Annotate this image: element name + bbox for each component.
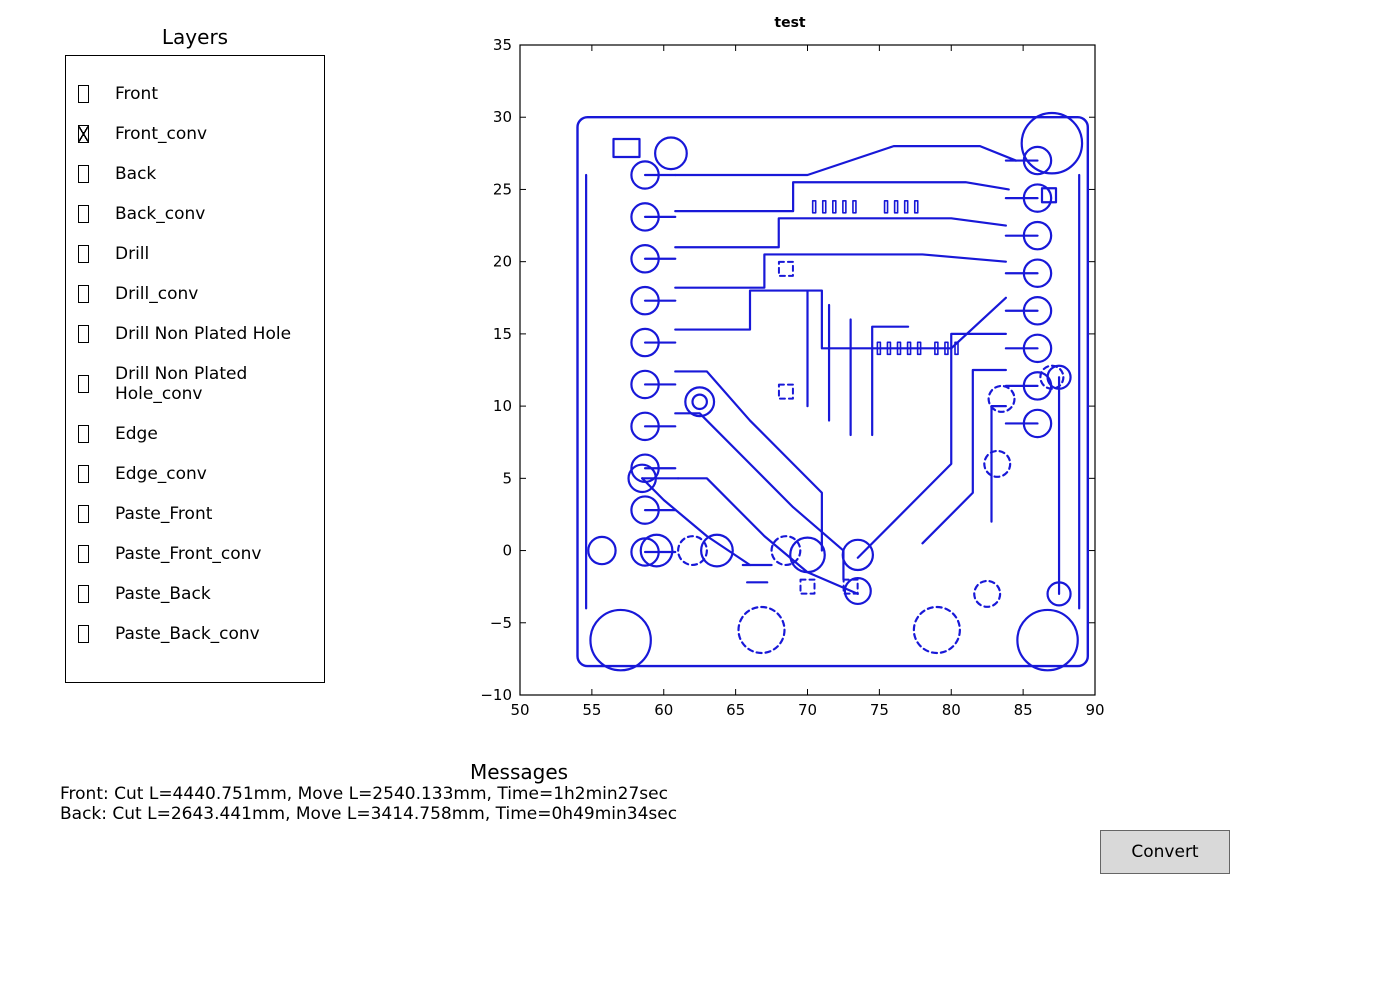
layer-checkbox[interactable] (78, 425, 89, 443)
svg-text:25: 25 (493, 180, 512, 198)
layer-checkbox[interactable] (78, 375, 89, 393)
layer-checkbox[interactable] (78, 545, 89, 563)
layer-checkbox[interactable] (78, 205, 89, 223)
messages-line: Front: Cut L=4440.751mm, Move L=2540.133… (60, 784, 677, 804)
svg-text:60: 60 (654, 701, 673, 719)
layer-checkbox[interactable] (78, 325, 89, 343)
svg-text:−10: −10 (480, 686, 512, 704)
messages-line: Back: Cut L=2643.441mm, Move L=3414.758m… (60, 804, 677, 824)
layer-row[interactable]: Drill Non Plated Hole_conv (76, 354, 314, 414)
svg-text:65: 65 (726, 701, 745, 719)
plot-title: test (470, 15, 1110, 31)
layer-checkbox[interactable] (78, 505, 89, 523)
layer-label: Front (115, 84, 158, 104)
messages-panel: Messages Front: Cut L=4440.751mm, Move L… (60, 760, 677, 824)
svg-text:85: 85 (1014, 701, 1033, 719)
layer-checkbox[interactable] (78, 85, 89, 103)
layer-label: Paste_Front_conv (115, 544, 261, 564)
layer-label: Paste_Back_conv (115, 624, 260, 644)
svg-text:0: 0 (502, 542, 512, 560)
layer-label: Edge_conv (115, 464, 207, 484)
svg-text:10: 10 (493, 397, 512, 415)
layers-list: Front Front_conv Back Back_conv Drill Drill_c… (65, 55, 325, 683)
messages-title: Messages (470, 760, 677, 784)
layer-row[interactable]: Drill (76, 234, 314, 274)
layers-panel: Layers Front Front_conv Back Back_conv Drill… (65, 25, 325, 683)
layer-checkbox[interactable] (78, 465, 89, 483)
layer-row[interactable]: Paste_Back (76, 574, 314, 614)
layer-row[interactable]: Front_conv (76, 114, 314, 154)
layer-label: Drill (115, 244, 149, 264)
layer-checkbox[interactable] (78, 125, 89, 143)
svg-text:−5: −5 (490, 614, 512, 632)
svg-text:5: 5 (502, 469, 512, 487)
layer-row[interactable]: Back (76, 154, 314, 194)
svg-text:35: 35 (493, 36, 512, 54)
layer-label: Paste_Front (115, 504, 212, 524)
svg-text:75: 75 (870, 701, 889, 719)
layer-checkbox[interactable] (78, 285, 89, 303)
layer-label: Drill Non Plated Hole_conv (115, 364, 312, 404)
layer-checkbox[interactable] (78, 245, 89, 263)
layer-checkbox[interactable] (78, 625, 89, 643)
layer-row[interactable]: Drill_conv (76, 274, 314, 314)
layer-label: Edge (115, 424, 158, 444)
layer-label: Drill_conv (115, 284, 198, 304)
convert-button-label: Convert (1131, 842, 1198, 862)
layer-checkbox[interactable] (78, 165, 89, 183)
plot-area: test 50 55 60 65 70 75 80 85 90 −10 −5 0 5 10 15 20 25 30… (470, 15, 1110, 735)
svg-text:50: 50 (510, 701, 529, 719)
layer-row[interactable]: Paste_Back_conv (76, 614, 314, 654)
svg-text:15: 15 (493, 325, 512, 343)
svg-text:30: 30 (493, 108, 512, 126)
svg-text:20: 20 (493, 253, 512, 271)
layer-label: Paste_Back (115, 584, 211, 604)
layer-label: Front_conv (115, 124, 207, 144)
layer-row[interactable]: Paste_Front_conv (76, 534, 314, 574)
layer-row[interactable]: Back_conv (76, 194, 314, 234)
layer-row[interactable]: Front (76, 74, 314, 114)
svg-text:70: 70 (798, 701, 817, 719)
layer-label: Back (115, 164, 156, 184)
svg-text:80: 80 (942, 701, 961, 719)
layers-title: Layers (65, 25, 325, 49)
layer-checkbox[interactable] (78, 585, 89, 603)
layer-row[interactable]: Drill Non Plated Hole (76, 314, 314, 354)
convert-button[interactable]: Convert (1100, 830, 1230, 874)
svg-text:55: 55 (582, 701, 601, 719)
layer-label: Back_conv (115, 204, 205, 224)
pcb-plot: 50 55 60 65 70 75 80 85 90 −10 −5 0 5 10 15 20 25 30 35 (470, 35, 1110, 735)
layer-row[interactable]: Edge_conv (76, 454, 314, 494)
layer-row[interactable]: Edge (76, 414, 314, 454)
svg-text:90: 90 (1085, 701, 1104, 719)
layer-label: Drill Non Plated Hole (115, 324, 291, 344)
layer-row[interactable]: Paste_Front (76, 494, 314, 534)
